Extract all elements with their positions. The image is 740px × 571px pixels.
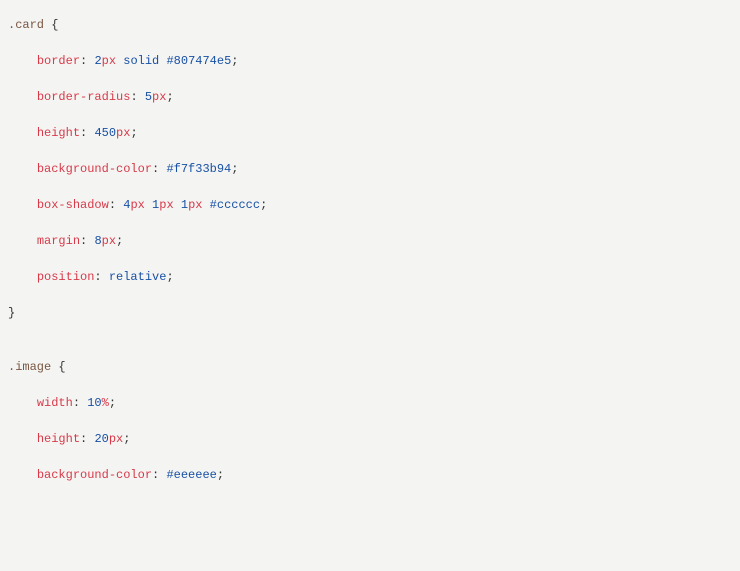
css-semicolon: ; <box>166 270 173 284</box>
blank-line <box>8 214 732 232</box>
css-property: border <box>37 54 80 68</box>
code-line: box-shadow: 4px 1px 1px #cccccc; <box>8 196 732 214</box>
blank-line <box>8 376 732 394</box>
css-hex: #807474e5 <box>166 54 231 68</box>
css-number: 5 <box>145 90 152 104</box>
css-property: position <box>37 270 95 284</box>
code-line: height: 450px; <box>8 124 732 142</box>
css-brace: { <box>51 360 65 374</box>
code-line: .image { <box>8 358 732 376</box>
css-unit: px <box>130 198 144 212</box>
blank-line <box>8 178 732 196</box>
blank-line <box>8 250 732 268</box>
code-line: margin: 8px; <box>8 232 732 250</box>
css-number: 1 <box>181 198 188 212</box>
css-keyword: solid <box>123 54 159 68</box>
css-colon: : <box>152 162 166 176</box>
css-selector: .image <box>8 360 51 374</box>
css-keyword: relative <box>109 270 167 284</box>
blank-line <box>8 286 732 304</box>
css-unit: px <box>102 234 116 248</box>
css-semicolon: ; <box>116 234 123 248</box>
css-colon: : <box>73 396 87 410</box>
css-brace: } <box>8 306 15 320</box>
css-number: 450 <box>94 126 116 140</box>
blank-line <box>8 412 732 430</box>
css-semicolon: ; <box>217 468 224 482</box>
css-selector: .card <box>8 18 44 32</box>
css-colon: : <box>152 468 166 482</box>
code-line: width: 10%; <box>8 394 732 412</box>
code-line: border-radius: 5px; <box>8 88 732 106</box>
css-number: 2 <box>94 54 101 68</box>
css-colon: : <box>80 126 94 140</box>
css-colon: : <box>130 90 144 104</box>
blank-line <box>8 70 732 88</box>
code-line: background-color: #f7f33b94; <box>8 160 732 178</box>
code-line: position: relative; <box>8 268 732 286</box>
css-semicolon: ; <box>231 54 238 68</box>
css-hex: #eeeeee <box>166 468 216 482</box>
blank-line <box>8 34 732 52</box>
css-semicolon: ; <box>260 198 267 212</box>
css-unit: px <box>159 198 173 212</box>
css-colon: : <box>109 198 123 212</box>
code-line: height: 20px; <box>8 430 732 448</box>
blank-line <box>8 448 732 466</box>
css-unit: px <box>152 90 166 104</box>
css-property: background-color <box>37 162 152 176</box>
css-code-block: .card { border: 2px solid #807474e5; bor… <box>8 16 732 484</box>
blank-line <box>8 322 732 340</box>
css-property: margin <box>37 234 80 248</box>
css-number: 10 <box>87 396 101 410</box>
css-property: width <box>37 396 73 410</box>
css-semicolon: ; <box>123 432 130 446</box>
css-semicolon: ; <box>166 90 173 104</box>
css-property: height <box>37 432 80 446</box>
blank-line <box>8 340 732 358</box>
css-unit: px <box>109 432 123 446</box>
code-line: } <box>8 304 732 322</box>
code-line: .card { <box>8 16 732 34</box>
css-hex: #f7f33b94 <box>166 162 231 176</box>
css-hex: #cccccc <box>210 198 260 212</box>
code-line: border: 2px solid #807474e5; <box>8 52 732 70</box>
css-property: height <box>37 126 80 140</box>
css-semicolon: ; <box>231 162 238 176</box>
css-semicolon: ; <box>130 126 137 140</box>
css-colon: : <box>80 432 94 446</box>
css-colon: : <box>80 234 94 248</box>
blank-line <box>8 142 732 160</box>
css-property: border-radius <box>37 90 131 104</box>
css-number: 8 <box>94 234 101 248</box>
css-colon: : <box>80 54 94 68</box>
css-unit: px <box>102 54 116 68</box>
css-colon: : <box>94 270 108 284</box>
code-line: background-color: #eeeeee; <box>8 466 732 484</box>
css-property: box-shadow <box>37 198 109 212</box>
css-brace: { <box>44 18 58 32</box>
css-unit: px <box>188 198 202 212</box>
css-number: 20 <box>94 432 108 446</box>
css-unit: % <box>102 396 109 410</box>
css-property: background-color <box>37 468 152 482</box>
css-semicolon: ; <box>109 396 116 410</box>
blank-line <box>8 106 732 124</box>
css-unit: px <box>116 126 130 140</box>
